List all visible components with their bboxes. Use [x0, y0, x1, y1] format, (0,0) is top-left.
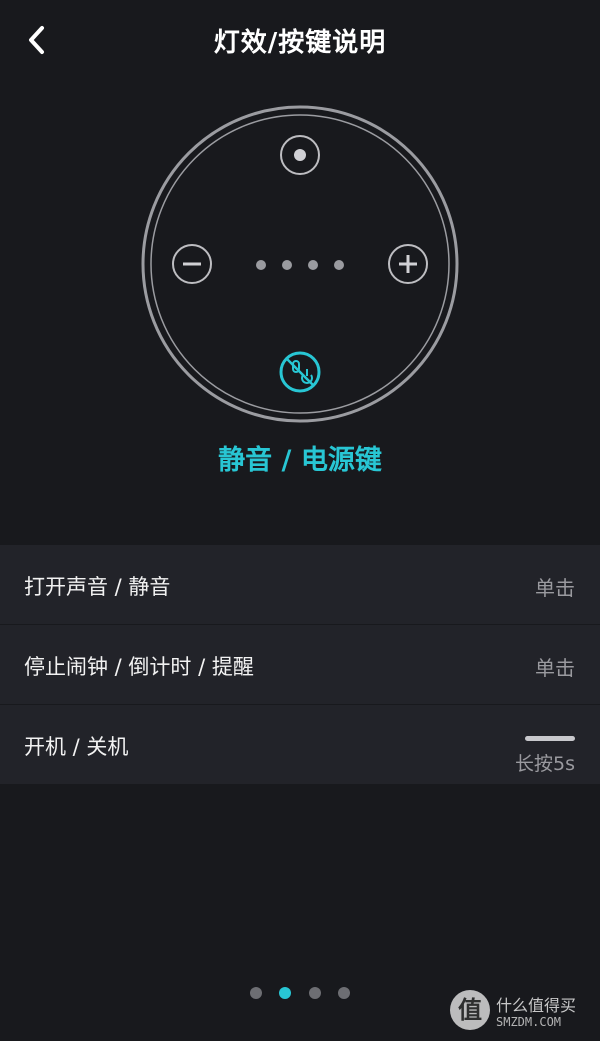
watermark-url: SMZDM.COM — [496, 1015, 562, 1029]
function-action: 单击 — [535, 656, 575, 680]
function-action: 单击 — [535, 576, 575, 600]
volume-up-button[interactable] — [389, 245, 427, 283]
top-bar: 灯效/按键说明 — [0, 0, 600, 82]
long-press-bar-icon — [525, 736, 575, 741]
page-dot-1[interactable] — [250, 987, 263, 999]
page-dot-3[interactable] — [308, 987, 321, 999]
page-dot-4[interactable] — [337, 987, 350, 999]
watermark: 值 什么值得买 SMZDM.COM — [450, 986, 590, 1036]
function-row-mute: 打开声音 / 静音 单击 — [0, 545, 600, 625]
page-dot-2-active[interactable] — [279, 987, 292, 999]
function-row-power: 开机 / 关机 长按5s — [0, 705, 600, 785]
function-label: 停止闹钟 / 倒计时 / 提醒 — [24, 655, 254, 679]
watermark-text: 什么值得买 — [496, 996, 577, 1015]
function-list: 打开声音 / 静音 单击 停止闹钟 / 倒计时 / 提醒 单击 开机 / 关机 … — [0, 545, 600, 785]
watermark-logo: 值 — [450, 990, 490, 1030]
volume-down-button[interactable] — [173, 245, 211, 283]
mute-power-button[interactable] — [281, 353, 319, 391]
speaker-top-diagram — [140, 104, 460, 424]
action-button[interactable] — [281, 136, 319, 174]
function-label: 打开声音 / 静音 — [24, 575, 171, 599]
function-action: 长按5s — [515, 753, 575, 775]
function-row-stop-alarm: 停止闹钟 / 倒计时 / 提醒 单击 — [0, 625, 600, 705]
function-label: 开机 / 关机 — [24, 735, 129, 759]
led-indicator-dots — [256, 260, 344, 270]
page-title: 灯效/按键说明 — [213, 28, 387, 58]
highlighted-button-label: 静音 / 电源键 — [218, 445, 382, 476]
